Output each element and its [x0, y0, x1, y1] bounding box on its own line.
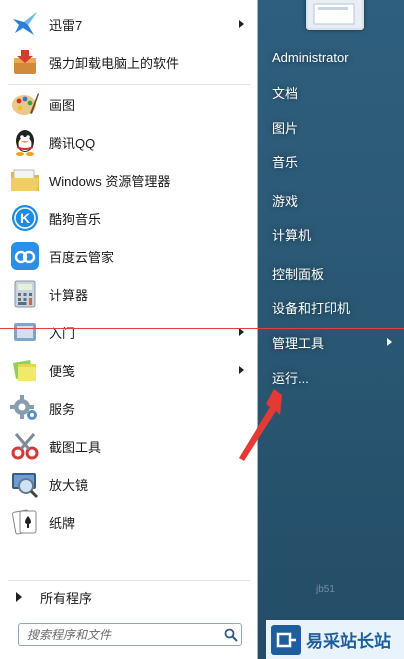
- user-name-link[interactable]: Administrator: [266, 41, 400, 73]
- program-label: 便笺: [49, 363, 76, 379]
- program-label: 截图工具: [49, 439, 102, 455]
- documents-link[interactable]: 文档: [266, 76, 400, 108]
- sticky-notes-icon: [9, 354, 41, 386]
- svg-text:K: K: [20, 210, 30, 226]
- annotation-guide-line: [0, 328, 404, 329]
- getting-started-icon: [9, 316, 41, 348]
- uninstall-box-icon: [9, 46, 41, 78]
- program-item-uninstaller[interactable]: 强力卸载电脑上的软件: [6, 44, 252, 80]
- program-item-magnifier[interactable]: 放大镜: [6, 466, 252, 502]
- all-programs-separator: [8, 580, 250, 581]
- computer-link[interactable]: 计算机: [266, 218, 400, 250]
- program-label: 腾讯QQ: [49, 135, 96, 151]
- watermark-text: 易采站长站: [306, 632, 391, 651]
- all-programs-label: 所有程序: [40, 590, 93, 606]
- search-icon[interactable]: [221, 625, 241, 645]
- annotation-arrow-icon: [239, 389, 282, 461]
- program-item-getting-started[interactable]: 入门: [6, 314, 252, 350]
- program-label: 服务: [49, 401, 76, 417]
- expand-arrow-icon: [16, 592, 22, 602]
- pictures-link[interactable]: 图片: [266, 111, 400, 143]
- games-link[interactable]: 游戏: [266, 184, 400, 216]
- program-item-kugou[interactable]: K 酷狗音乐: [6, 200, 252, 236]
- program-item-sticky-notes[interactable]: 便笺: [6, 352, 252, 388]
- solitaire-card-icon: [9, 506, 41, 538]
- search-box[interactable]: [18, 623, 242, 646]
- program-label: 百度云管家: [49, 249, 115, 265]
- pinned-separator: [8, 84, 250, 85]
- program-item-xunlei[interactable]: 迅雷7: [6, 6, 252, 42]
- program-label: 强力卸载电脑上的软件: [49, 55, 180, 71]
- program-label: 纸牌: [49, 515, 76, 531]
- program-label: 画图: [49, 97, 76, 113]
- calculator-icon: [9, 278, 41, 310]
- program-item-baidu-cloud[interactable]: 百度云管家: [6, 238, 252, 274]
- program-label: 酷狗音乐: [49, 211, 102, 227]
- baidu-cloud-icon: [9, 240, 41, 272]
- program-label: 放大镜: [49, 477, 89, 493]
- music-link[interactable]: 音乐: [266, 145, 400, 177]
- program-item-solitaire[interactable]: 纸牌: [6, 504, 252, 540]
- devices-printers-link[interactable]: 设备和打印机: [266, 291, 400, 323]
- search-input[interactable]: [19, 626, 221, 643]
- program-item-qq[interactable]: 腾讯QQ: [6, 124, 252, 160]
- folder-explorer-icon: [9, 164, 41, 196]
- program-label: 迅雷7: [49, 17, 83, 33]
- kugou-k-icon: K: [9, 202, 41, 234]
- program-item-paint[interactable]: 画图: [6, 86, 252, 122]
- submenu-arrow-icon: [239, 20, 244, 28]
- qq-penguin-icon: [9, 126, 41, 158]
- program-item-snipping-tool[interactable]: 截图工具: [6, 428, 252, 464]
- all-programs-button[interactable]: 所有程序: [8, 585, 252, 609]
- watermark-faint-text: jb51: [316, 584, 335, 595]
- watermark: 易采站长站: [266, 620, 404, 659]
- program-label: 入门: [49, 325, 76, 341]
- programs-pane: 迅雷7 强力卸载电脑上的软件 画图 腾讯QQ Windows 资源管理器 K 酷…: [0, 0, 258, 659]
- snipping-scissors-icon: [9, 430, 41, 462]
- admin-tools-link[interactable]: 管理工具: [266, 326, 400, 358]
- submenu-arrow-icon: [387, 338, 392, 346]
- submenu-arrow-icon: [239, 328, 244, 336]
- program-item-explorer[interactable]: Windows 资源管理器: [6, 162, 252, 198]
- watermark-logo-icon: [271, 624, 301, 655]
- program-label: 计算器: [49, 287, 89, 303]
- program-item-calculator[interactable]: 计算器: [6, 276, 252, 312]
- submenu-arrow-icon: [239, 366, 244, 374]
- magnifier-icon: [9, 468, 41, 500]
- xunlei-bird-icon: [9, 8, 41, 40]
- program-item-services[interactable]: 服务: [6, 390, 252, 426]
- program-label: Windows 资源管理器: [49, 173, 171, 189]
- paint-palette-icon: [9, 88, 41, 120]
- control-panel-link[interactable]: 控制面板: [266, 257, 400, 289]
- user-picture[interactable]: [306, 0, 364, 30]
- services-gear-icon: [9, 392, 41, 424]
